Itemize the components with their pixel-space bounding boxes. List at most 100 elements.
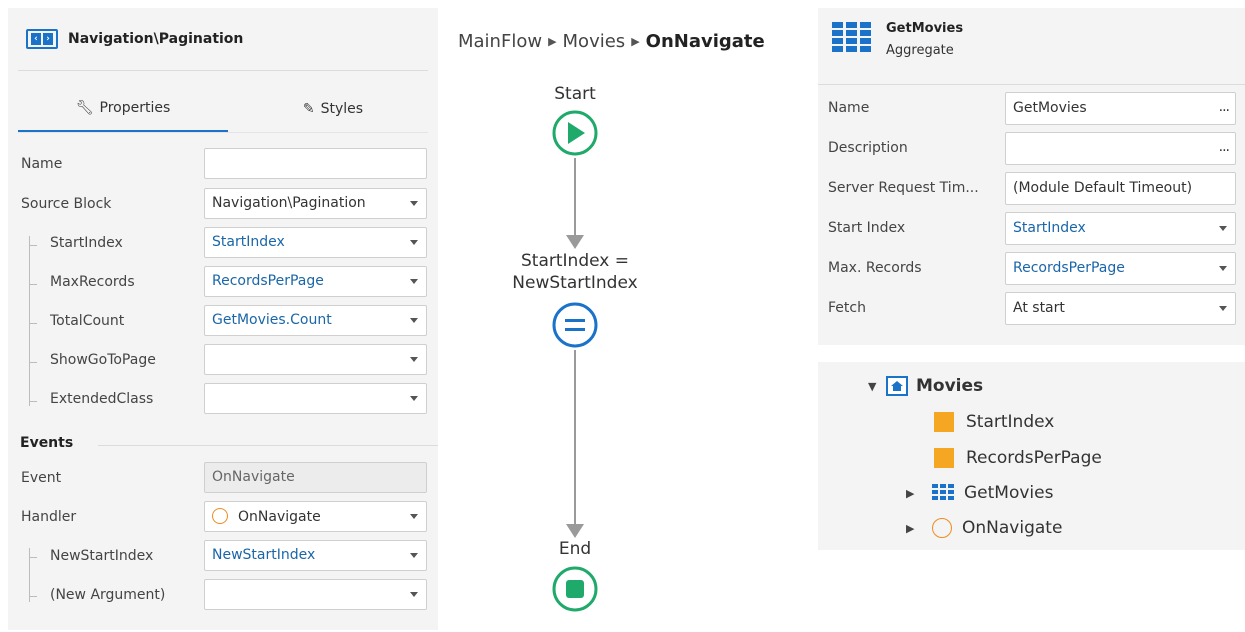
property-label: Max. Records — [828, 260, 922, 276]
aggregate-properties-panel: GetMovies Aggregate Name GetMovies... De… — [818, 8, 1245, 345]
divider — [18, 70, 428, 71]
max-records-select[interactable]: RecordsPerPage — [1005, 252, 1236, 285]
breadcrumb-item-movies[interactable]: Movies — [563, 31, 626, 52]
handler-select[interactable]: OnNavigate — [204, 501, 427, 532]
element-tree: ▼ Movies StartIndex RecordsPerPage ▶ Get… — [818, 362, 1245, 550]
arrow-down-icon — [566, 524, 584, 538]
select-value: At start — [1013, 300, 1065, 316]
tree-item-label: StartIndex — [966, 412, 1055, 432]
property-row-max-records: Max. Records RecordsPerPage — [818, 251, 1245, 285]
variable-icon — [934, 412, 954, 432]
totalcount-select[interactable]: GetMovies.Count — [204, 305, 427, 336]
property-row-newstartindex: NewStartIndex NewStartIndex — [18, 539, 438, 573]
chevron-down-icon — [1219, 306, 1227, 311]
aggregate-icon — [832, 22, 871, 52]
variable-icon — [934, 448, 954, 468]
source-block-select[interactable]: Navigation\Pagination — [204, 188, 427, 219]
divider — [98, 445, 438, 446]
property-row-event: Event OnNavigate — [18, 461, 438, 495]
chevron-down-icon — [410, 357, 418, 362]
property-label: ExtendedClass — [50, 391, 154, 407]
tree-item-label: OnNavigate — [962, 518, 1063, 538]
chevron-down-icon — [410, 279, 418, 284]
connector-line — [574, 158, 576, 238]
divider — [818, 84, 1245, 85]
property-row-source-block: Source Block Navigation\Pagination — [18, 187, 438, 221]
select-value: NewStartIndex — [212, 547, 316, 563]
property-label: Event — [21, 470, 62, 486]
assign-label-line: StartIndex = — [521, 251, 629, 271]
select-value: StartIndex — [1013, 220, 1086, 236]
wrench-icon: 🔧︎ — [75, 100, 94, 116]
chevron-down-icon — [410, 592, 418, 597]
property-row-description: Description ... — [818, 131, 1245, 165]
select-value: StartIndex — [212, 234, 285, 250]
event-field: OnNavigate — [204, 462, 427, 493]
property-label: Description — [828, 140, 908, 156]
property-row-new-argument: (New Argument) — [18, 578, 438, 612]
showgotopage-select[interactable] — [204, 344, 427, 375]
tab-styles[interactable]: ✎ Styles — [228, 86, 438, 132]
block-icon: ‹ › — [26, 29, 58, 49]
property-row-name: Name — [18, 147, 438, 181]
brush-icon: ✎ — [302, 101, 315, 117]
property-row-showgotopage: ShowGoToPage — [18, 343, 438, 377]
property-row-fetch: Fetch At start — [818, 291, 1245, 325]
property-label: Fetch — [828, 300, 866, 316]
breadcrumb: MainFlow ▶ Movies ▶ OnNavigate — [458, 31, 765, 52]
aggregate-type: Aggregate — [886, 43, 954, 58]
aggregate-icon — [932, 484, 954, 500]
start-node-icon[interactable] — [551, 109, 599, 157]
breadcrumb-item-current: OnNavigate — [645, 31, 765, 52]
divider — [18, 132, 428, 133]
panel-header: ‹ › Navigation\Pagination — [26, 28, 243, 50]
startindex-select[interactable]: StartIndex — [204, 227, 427, 258]
tab-properties[interactable]: 🔧︎ Properties — [18, 86, 228, 132]
chevron-down-icon — [410, 514, 418, 519]
connector-line — [574, 350, 576, 528]
fetch-select[interactable]: At start — [1005, 292, 1236, 325]
expanded-triangle-icon[interactable]: ▼ — [868, 380, 886, 393]
end-node-icon[interactable] — [551, 565, 599, 613]
new-argument-select[interactable] — [204, 579, 427, 610]
select-value: RecordsPerPage — [1013, 260, 1125, 276]
chevron-down-icon — [410, 318, 418, 323]
tree-item-recordsperpage[interactable]: RecordsPerPage — [934, 448, 1102, 468]
maxrecords-select[interactable]: RecordsPerPage — [204, 266, 427, 297]
collapsed-triangle-icon[interactable]: ▶ — [906, 487, 932, 500]
select-value: Navigation\Pagination — [212, 195, 366, 211]
more-icon[interactable]: ... — [1219, 99, 1230, 115]
chevron-down-icon — [1219, 266, 1227, 271]
tree-item-label: Movies — [916, 376, 984, 396]
property-row-totalcount: TotalCount GetMovies.Count — [18, 304, 438, 338]
newstartindex-select[interactable]: NewStartIndex — [204, 540, 427, 571]
breadcrumb-item-mainflow[interactable]: MainFlow — [458, 31, 542, 52]
server-timeout-input[interactable]: (Module Default Timeout) — [1005, 172, 1236, 205]
aggregate-name-input[interactable]: GetMovies... — [1005, 92, 1236, 125]
more-icon[interactable]: ... — [1219, 139, 1230, 155]
tree-item-onnavigate[interactable]: ▶ OnNavigate — [906, 518, 1062, 538]
property-label: MaxRecords — [50, 274, 135, 290]
name-input[interactable] — [204, 148, 427, 179]
tree-item-getmovies[interactable]: ▶ GetMovies — [906, 483, 1053, 503]
collapsed-triangle-icon[interactable]: ▶ — [906, 522, 932, 535]
assign-node-icon[interactable] — [551, 301, 599, 349]
aggregate-title: GetMovies — [886, 21, 964, 36]
property-row-handler: Handler OnNavigate — [18, 500, 438, 534]
tree-item-startindex[interactable]: StartIndex — [934, 412, 1054, 432]
property-label: Start Index — [828, 220, 906, 236]
select-value: RecordsPerPage — [212, 273, 324, 289]
property-label: Server Request Tim... — [828, 180, 979, 196]
start-label: Start — [554, 84, 596, 104]
tree-item-label: RecordsPerPage — [966, 448, 1102, 468]
select-value: GetMovies.Count — [212, 312, 332, 328]
separator-icon: ▶ — [548, 35, 557, 48]
extendedclass-select[interactable] — [204, 383, 427, 414]
tree-item-movies[interactable]: ▼ Movies — [868, 376, 983, 396]
chevron-down-icon — [410, 240, 418, 245]
arrow-down-icon — [566, 235, 584, 249]
start-index-select[interactable]: StartIndex — [1005, 212, 1236, 245]
property-row-start-index: Start Index StartIndex — [818, 211, 1245, 245]
client-action-icon — [932, 518, 952, 538]
description-input[interactable]: ... — [1005, 132, 1236, 165]
